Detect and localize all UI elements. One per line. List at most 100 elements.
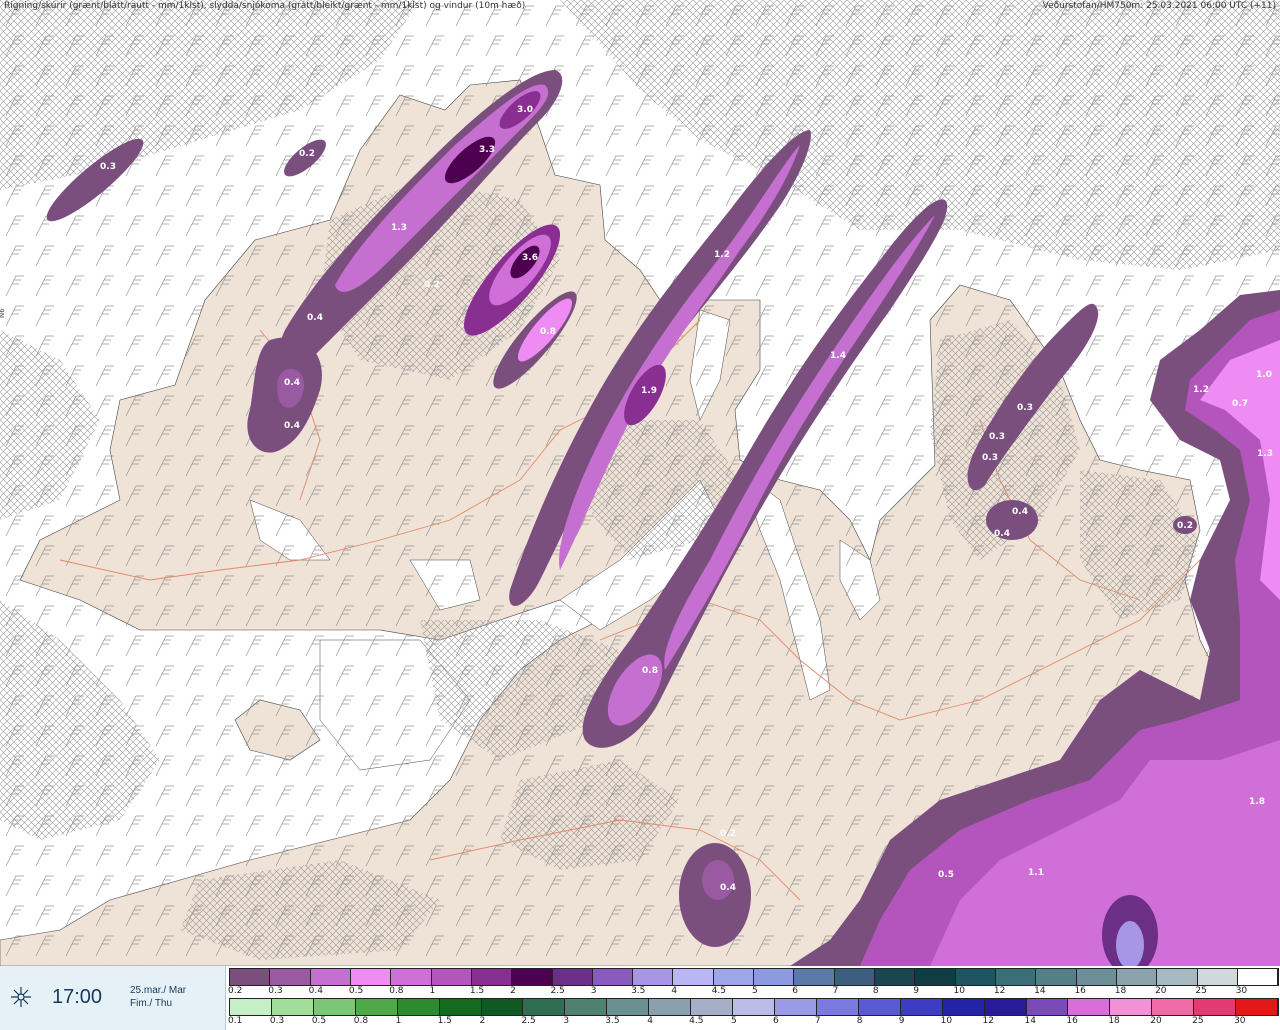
snow-scale-swatch	[230, 968, 271, 986]
rain-scale-tick-label: 3	[563, 1016, 570, 1026]
snow-scale-tick-label: 0.5	[348, 986, 364, 996]
precip-label: 3.0	[517, 105, 533, 115]
rain-scale-swatch	[691, 998, 734, 1016]
snow-scale-swatch	[713, 968, 755, 986]
snow-scale-tick-label: 9	[913, 986, 919, 996]
snow-scale-swatch	[471, 968, 513, 986]
precip-label: 0.2	[1177, 521, 1193, 531]
snow-scale-swatch	[1237, 968, 1279, 986]
map-title: Rigning/skúrir (grænt/blátt/rautt - mm/1…	[4, 1, 526, 11]
snow-scale-tick-label: 2.5	[550, 986, 565, 996]
rain-scale-tick-label: 20	[1150, 1016, 1162, 1026]
rain-color-scale	[230, 998, 1279, 1016]
snow-scale-tick-label: 20	[1155, 986, 1167, 996]
precip-label: 0.5	[938, 870, 954, 880]
precip-label: 0.7	[1232, 399, 1248, 409]
snow-scale-tick-label: 16	[1074, 986, 1086, 996]
snow-scale-swatch	[915, 968, 956, 986]
rain-scale-tick-label: 10	[940, 1016, 953, 1026]
rain-scale-tick-label: 0.5	[311, 1016, 327, 1026]
snow-scale-swatch	[1116, 968, 1158, 986]
date-line-1: 25.mar./ Mar	[130, 985, 187, 996]
rain-scale-tick-label: 30	[1234, 1016, 1246, 1026]
snow-scale-swatch	[552, 968, 593, 986]
rain-scale-tick-label: 4.5	[689, 1016, 704, 1026]
snow-scale-tick-label: 3	[590, 986, 597, 996]
rain-scale-tick-label: 16	[1066, 1016, 1078, 1026]
precip-label: 1.2	[1193, 385, 1209, 395]
precip-label: 0.4	[284, 421, 300, 431]
weather-map: N6 0.3 0.2 3.0 3.3 1.3 3.6 0.2 0.8 0.4 0…	[0, 0, 1280, 966]
snow-scale-swatch	[834, 968, 875, 986]
precip-label: 0.4	[284, 378, 300, 388]
rain-scale-swatch	[984, 998, 1027, 1016]
snow-scale-swatch	[673, 968, 714, 986]
rain-scale-tick-label: 2	[479, 1016, 486, 1026]
snow-scale-swatch	[1197, 968, 1238, 986]
rain-scale-swatch	[1152, 998, 1195, 1016]
precip-label: 1.8	[1249, 797, 1265, 807]
rain-scale-tick-label: 0.3	[269, 1016, 285, 1026]
rain-scale-swatch	[481, 998, 524, 1016]
snow-scale-swatch	[1076, 968, 1117, 986]
rain-scale-tick-label: 5	[731, 1016, 737, 1026]
rain-scale-swatch	[313, 998, 356, 1016]
rain-scale-ticks: 0.1 0.3 0.5 0.8 1 1.5 2 2.5 3 3.5 4 4.5 5 6 7 8 9 10 12 14 1…	[228, 1016, 1278, 1028]
rain-scale-tick-label: 6	[772, 1016, 779, 1026]
snow-scale-tick-label: 0.2	[228, 986, 243, 996]
rain-scale-swatch	[774, 998, 817, 1016]
lat-label: N6	[0, 308, 6, 318]
time-panel[interactable]: 17:00 25.mar./ Mar Fim./ Thu	[0, 966, 226, 1030]
snow-scale-tick-label: 5	[752, 986, 758, 996]
precip-label: 1.9	[641, 386, 657, 396]
snow-scale-tick-label: 1.5	[469, 986, 485, 996]
bottom-bar: 17:00 25.mar./ Mar Fim./ Thu 0.2 0.3 0.4 0.…	[0, 966, 1280, 1030]
precip-label: 0.4	[720, 883, 736, 893]
forecast-date: 25.mar./ Mar Fim./ Thu	[130, 984, 186, 1010]
rain-scale-tick-label: 0.8	[353, 1016, 369, 1026]
snow-scale-tick-label: 4	[671, 986, 678, 996]
snow-scale-tick-label: 25	[1195, 986, 1207, 996]
snow-scale-swatch	[875, 968, 916, 986]
snow-scale-swatch	[754, 968, 795, 986]
rain-scale-swatch	[607, 998, 650, 1016]
snow-scale-tick-label: 0.4	[308, 986, 323, 996]
rain-scale-swatch	[816, 998, 859, 1016]
rain-scale-tick-label: 25	[1192, 1016, 1204, 1026]
precip-label: 0.3	[1017, 403, 1033, 413]
rain-scale-swatch	[942, 998, 985, 1016]
precip-label: 3.6	[522, 253, 538, 263]
rain-scale-swatch	[1110, 998, 1153, 1016]
snow-scale-swatch	[955, 968, 996, 986]
precip-label: 0.2	[720, 829, 736, 839]
snow-scale-tick-label: 1	[429, 986, 436, 996]
rain-scale-swatch	[565, 998, 608, 1016]
snow-scale-swatch	[1157, 968, 1198, 986]
snow-scale-swatch	[995, 968, 1037, 986]
rain-scale-swatch	[900, 998, 943, 1016]
snow-scale-swatch	[633, 968, 674, 986]
snow-scale-tick-label: 30	[1235, 986, 1248, 996]
snow-scale-tick-label: 6	[792, 986, 799, 996]
model-run-info: Veðurstofan/HM750m: 25.03.2021 06:00 UTC…	[1042, 1, 1276, 11]
snow-scale-tick-label: 4.5	[711, 986, 727, 996]
snow-scale-tick-label: 18	[1114, 986, 1127, 996]
precip-label: 3.3	[479, 145, 495, 155]
precip-label: 1.3	[1257, 449, 1273, 459]
rain-scale-swatch	[523, 998, 566, 1016]
rain-scale-swatch	[355, 998, 398, 1016]
rain-scale-swatch	[1026, 998, 1069, 1016]
rain-scale-swatch	[271, 998, 314, 1016]
rain-scale-tick-label: 14	[1024, 1016, 1036, 1026]
rain-scale-swatch	[858, 998, 901, 1016]
precip-label: 1.2	[714, 250, 730, 260]
snow-scale-tick-label: 14	[1034, 986, 1046, 996]
rain-scale-swatch	[230, 998, 272, 1016]
precip-label: 0.3	[100, 162, 116, 172]
snow-scale-swatch	[592, 968, 634, 986]
rain-scale-tick-label: 7	[814, 1016, 821, 1026]
precip-label: 1.1	[1028, 868, 1044, 878]
precip-label: 1.4	[830, 351, 846, 361]
wind-flag-icon	[11, 987, 31, 1007]
precip-label: 0.2	[424, 280, 440, 290]
